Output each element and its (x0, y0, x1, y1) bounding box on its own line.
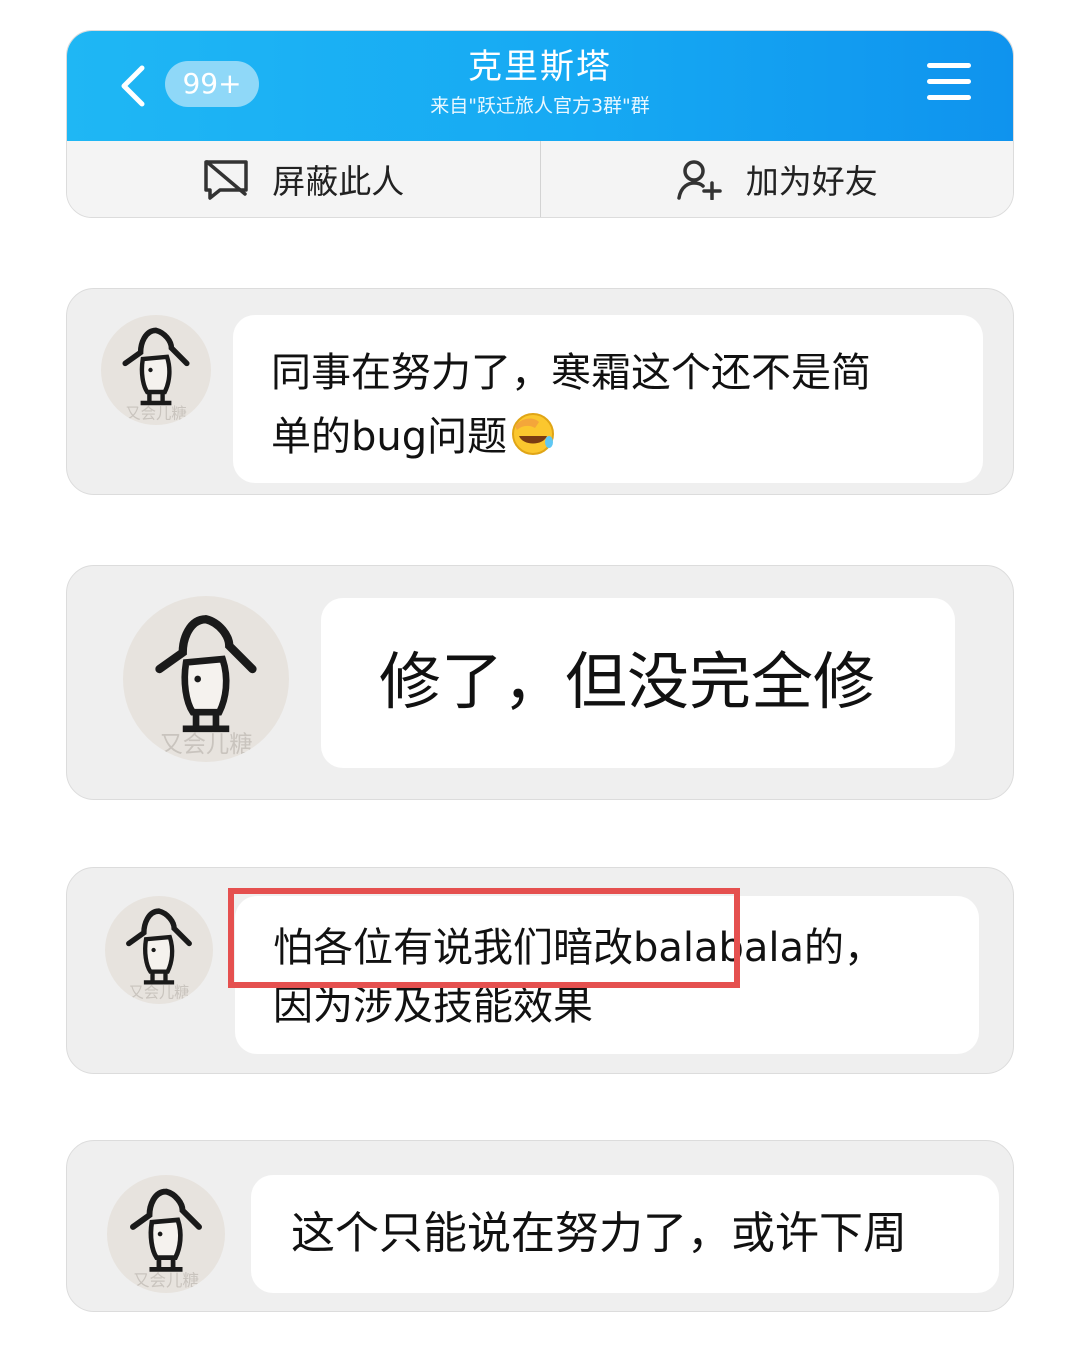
group-source-subtitle: 来自"跃迁旅人官方3群"群 (430, 95, 650, 117)
message-bubble[interactable]: 同事在努力了，寒霜这个还不是简 单的bug问题 (233, 315, 983, 483)
avatar[interactable]: 又会儿糖 (101, 315, 211, 425)
message-text-line: 同事在努力了，寒霜这个还不是简 (271, 350, 871, 396)
highlight-annotation-box (228, 888, 740, 988)
avatar[interactable]: 又会儿糖 (107, 1175, 225, 1293)
hamburger-menu-icon[interactable] (927, 59, 973, 103)
avatar[interactable]: 又会儿糖 (105, 896, 213, 1004)
message-card: 又会儿糖 同事在努力了，寒霜这个还不是简 单的bug问题 (66, 288, 1014, 495)
message-bubble[interactable]: 修了，但没完全修 (321, 598, 955, 768)
chat-header-card: 99+ 克里斯塔 来自"跃迁旅人官方3群"群 屏蔽此人 加为好友 (66, 30, 1014, 218)
block-user-label: 屏蔽此人 (272, 162, 405, 201)
avatar[interactable]: 又会儿糖 (123, 596, 289, 762)
message-card: 又会儿糖 这个只能说在努力了，或许下周 (66, 1140, 1014, 1312)
message-bubble[interactable]: 这个只能说在努力了，或许下周 (251, 1175, 999, 1293)
title-bar: 99+ 克里斯塔 来自"跃迁旅人官方3群"群 (67, 31, 1013, 141)
message-text-line: 单的bug问题 (271, 407, 557, 467)
message-text: 修了，但没完全修 (379, 645, 876, 718)
message-card: 又会儿糖 修了，但没完全修 (66, 565, 1014, 800)
add-friend-label: 加为好友 (745, 162, 878, 201)
page-title: 克里斯塔 (468, 47, 612, 87)
block-user-button[interactable]: 屏蔽此人 (67, 141, 540, 217)
svg-text:又会儿糖: 又会儿糖 (129, 984, 189, 1002)
block-user-icon (204, 160, 248, 200)
message-text-segment: 单的bug问题 (271, 414, 508, 460)
svg-text:又会儿糖: 又会儿糖 (125, 404, 187, 422)
svg-text:又会儿糖: 又会儿糖 (160, 731, 253, 758)
svg-text:又会儿糖: 又会儿糖 (133, 1271, 199, 1290)
add-friend-icon (677, 160, 722, 200)
add-friend-button[interactable]: 加为好友 (539, 141, 1014, 217)
facepalm-laugh-emoji (512, 413, 555, 455)
action-bar: 屏蔽此人 加为好友 (67, 141, 1013, 217)
message-text: 这个只能说在努力了，或许下周 (291, 1208, 907, 1259)
